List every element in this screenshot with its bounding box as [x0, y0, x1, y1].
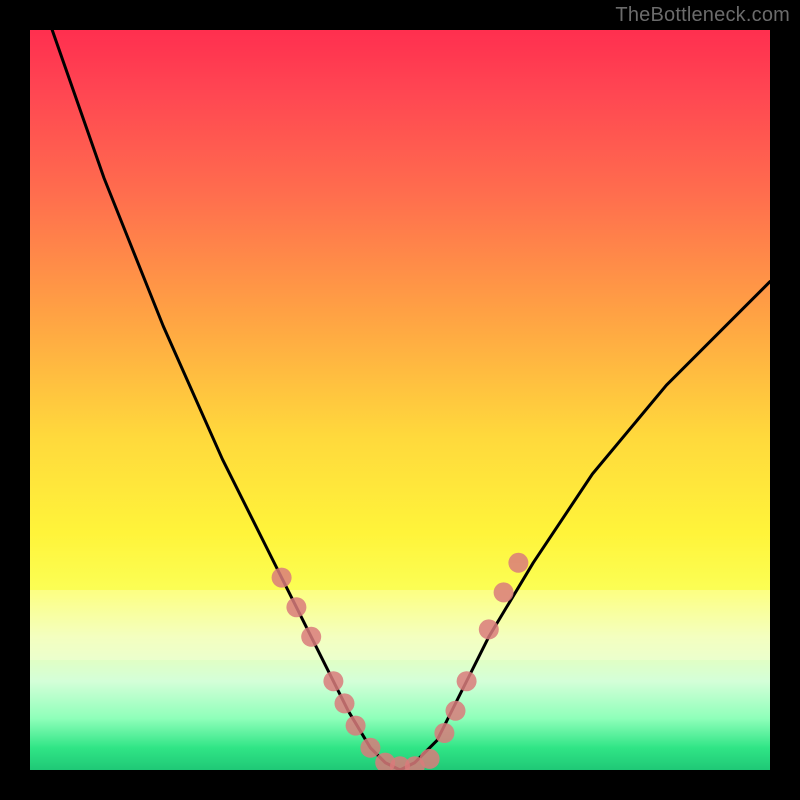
bottleneck-curve: [52, 30, 770, 770]
marker-dot: [360, 738, 380, 758]
marker-dot: [446, 701, 466, 721]
marker-dot: [457, 671, 477, 691]
chart-frame: TheBottleneck.com: [0, 0, 800, 800]
marker-dot: [494, 582, 514, 602]
marker-dot: [301, 627, 321, 647]
marker-dot: [335, 693, 355, 713]
marker-dot: [434, 723, 454, 743]
marker-dot: [508, 553, 528, 573]
marker-dot: [323, 671, 343, 691]
marker-dot: [420, 749, 440, 769]
plot-area: [30, 30, 770, 770]
marker-dot: [346, 716, 366, 736]
marker-dot: [286, 597, 306, 617]
curve-layer: [30, 30, 770, 770]
marker-dot: [479, 619, 499, 639]
watermark-text: TheBottleneck.com: [615, 4, 790, 27]
marker-dot: [272, 568, 292, 588]
